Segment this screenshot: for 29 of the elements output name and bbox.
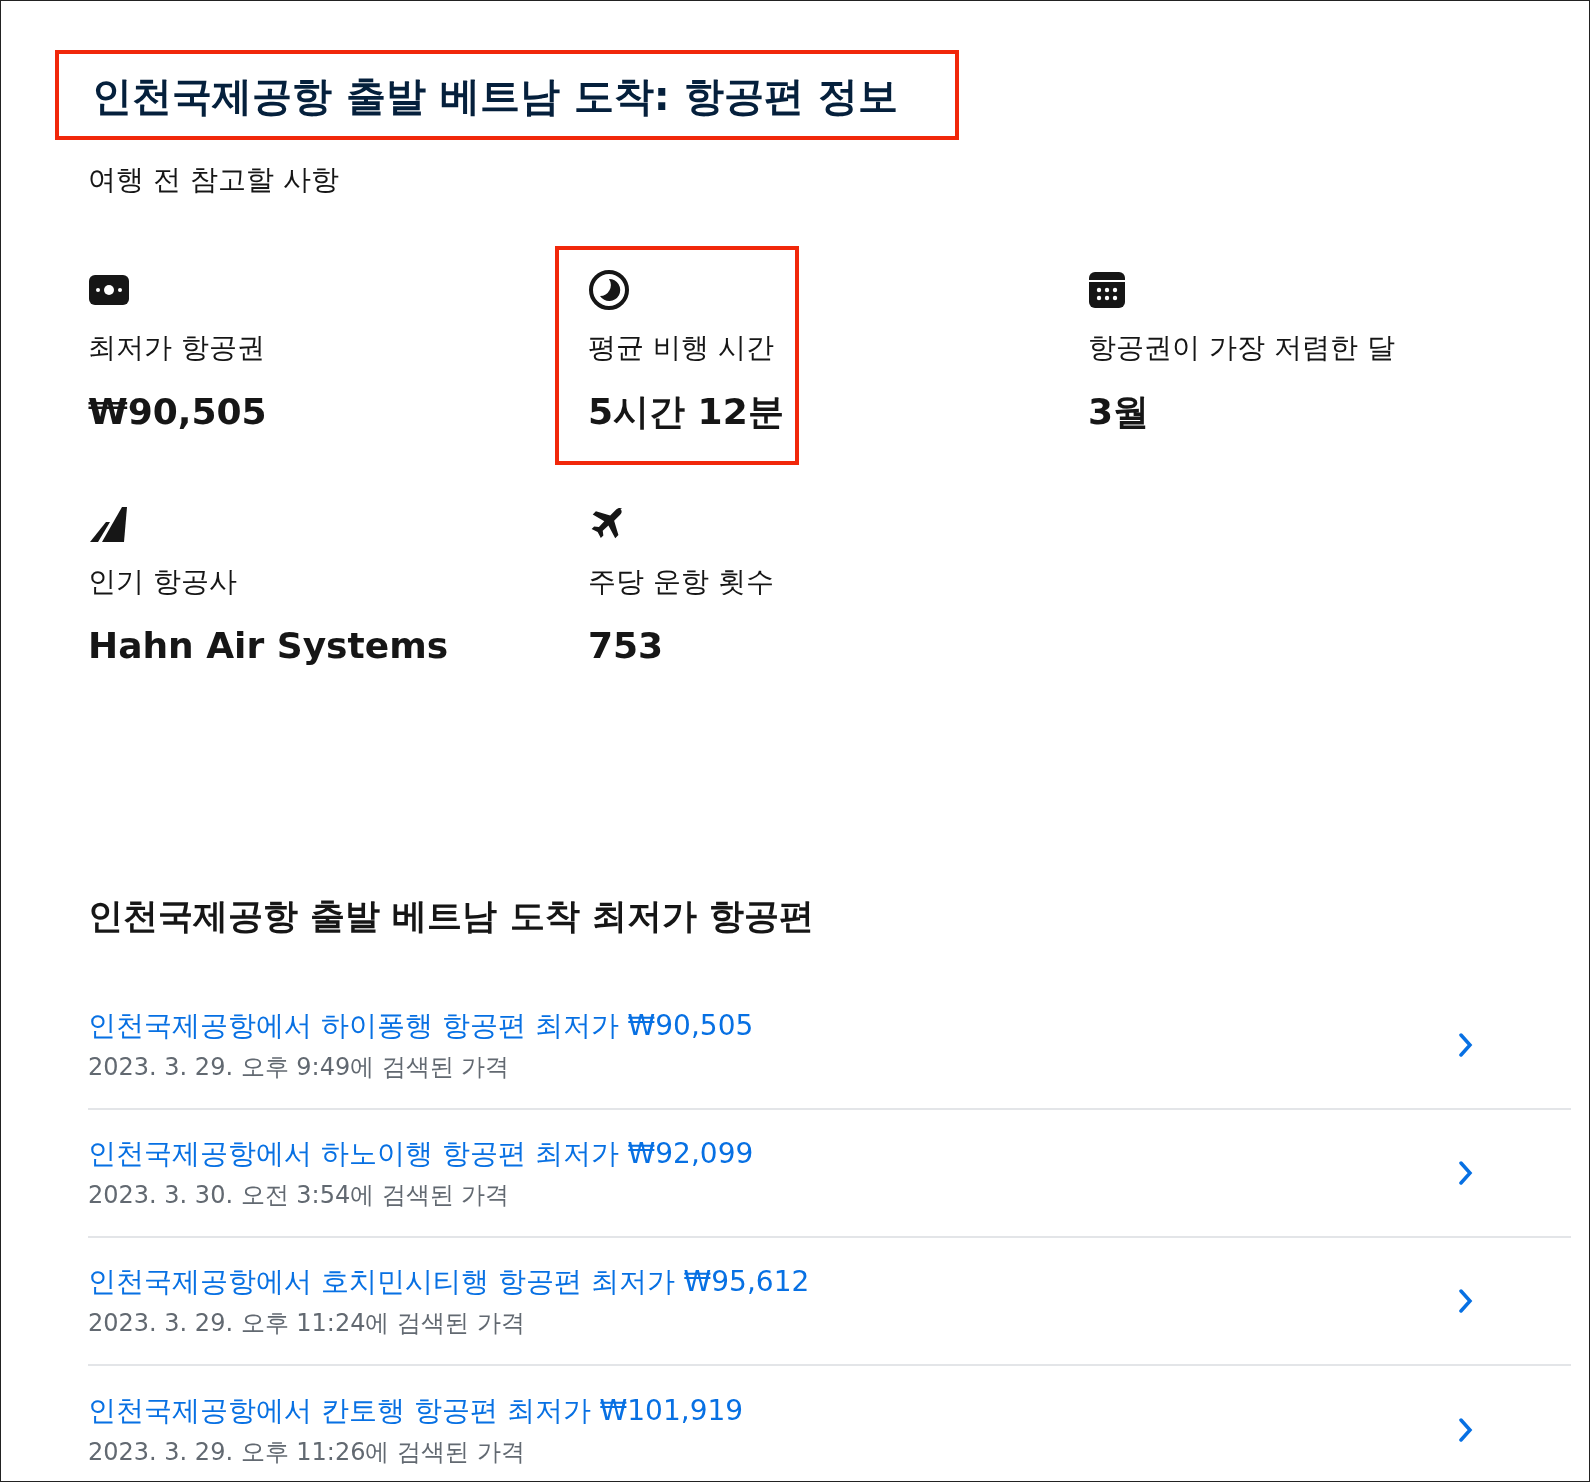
calendar-icon [1088, 271, 1126, 309]
stat-label: 인기 항공사 [88, 564, 237, 600]
search-time: 2023. 3. 30. 오전 3:54에 검색된 가격 [88, 1180, 510, 1211]
section-heading: 인천국제공항 출발 베트남 도착 최저가 항공편 [88, 895, 814, 938]
deal-link[interactable]: 인천국제공항에서 하이퐁행 항공편 최저가 ₩90,505 [88, 1007, 754, 1045]
stat-label: 최저가 항공권 [88, 330, 265, 366]
search-time: 2023. 3. 29. 오후 9:49에 검색된 가격 [88, 1052, 510, 1083]
chevron-right-icon[interactable] [1459, 1161, 1473, 1185]
stat-value: 5시간 12분 [588, 390, 784, 434]
stat-value: Hahn Air Systems [88, 624, 449, 668]
stat-label: 항공권이 가장 저렴한 달 [1088, 330, 1395, 366]
page-title: 인천국제공항 출발 베트남 도착: 항공편 정보 [92, 72, 898, 121]
stat-value: 753 [588, 624, 664, 668]
deal-link[interactable]: 인천국제공항에서 호치민시티행 항공편 최저가 ₩95,612 [88, 1263, 810, 1301]
banknote-icon [88, 274, 130, 306]
stat-label: 주당 운항 횟수 [588, 564, 774, 600]
chevron-right-icon[interactable] [1459, 1289, 1473, 1313]
stat-label: 평균 비행 시간 [588, 330, 774, 366]
deal-link[interactable]: 인천국제공항에서 하노이행 항공편 최저가 ₩92,099 [88, 1135, 754, 1173]
search-time: 2023. 3. 29. 오후 11:26에 검색된 가격 [88, 1437, 525, 1468]
chevron-right-icon[interactable] [1459, 1033, 1473, 1057]
page-subtitle: 여행 전 참고할 사항 [88, 162, 339, 198]
search-time: 2023. 3. 29. 오후 11:24에 검색된 가격 [88, 1308, 525, 1339]
deal-link[interactable]: 인천국제공항에서 칸토행 항공편 최저가 ₩101,919 [88, 1392, 744, 1430]
stat-value: ₩90,505 [88, 390, 267, 434]
chevron-right-icon[interactable] [1459, 1418, 1473, 1442]
stat-value: 3월 [1088, 390, 1150, 434]
clock-icon [588, 269, 630, 311]
tailfin-icon [88, 505, 128, 543]
